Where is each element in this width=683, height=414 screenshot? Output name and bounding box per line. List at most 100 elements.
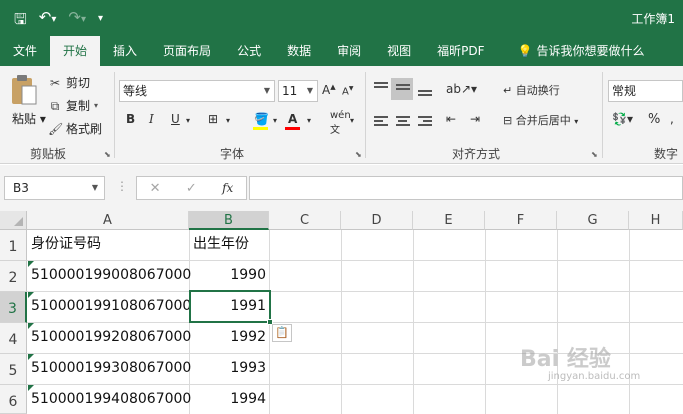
cell-a4[interactable]: 510000199208067000 xyxy=(31,322,191,353)
cell-a2[interactable]: 510000199008067000 xyxy=(31,260,191,291)
formula-input[interactable] xyxy=(249,176,683,200)
copy-icon: ⧉ xyxy=(50,98,60,113)
cut-button[interactable]: ✂ 剪切 xyxy=(48,74,90,91)
font-color-icon[interactable]: A xyxy=(288,112,297,126)
cell-b6[interactable]: 1994 xyxy=(189,384,266,414)
format-painter-button[interactable]: 🖌 格式刷 xyxy=(48,120,102,137)
tell-me-box[interactable]: 💡 告诉我你想要做什么 xyxy=(498,36,658,66)
wrap-text-button[interactable]: ↵ 自动换行 xyxy=(503,82,560,98)
cell-b4[interactable]: 1992 xyxy=(189,322,266,353)
row-header-3[interactable]: 3 xyxy=(0,292,27,323)
italic-button[interactable]: I xyxy=(149,112,154,126)
column-header-b[interactable]: B xyxy=(189,211,269,230)
enter-icon[interactable]: ✓ xyxy=(186,181,197,196)
underline-dropdown-icon[interactable]: ▾ xyxy=(186,116,190,125)
scissors-icon: ✂ xyxy=(49,75,61,90)
cell-a6[interactable]: 510000199408067000 xyxy=(31,384,191,414)
clipboard-launcher-icon[interactable]: ⬊ xyxy=(104,150,111,159)
insert-function-button[interactable]: fx xyxy=(222,181,233,195)
wrap-text-icon: ↵ xyxy=(503,84,513,97)
row-header-6[interactable]: 6 xyxy=(0,385,27,414)
cell-a1[interactable]: 身份证号码 xyxy=(31,229,101,260)
phonetic-icon[interactable]: wén 文 xyxy=(330,110,351,136)
number-format-select[interactable]: 常规 xyxy=(608,80,683,102)
document-title: 工作簿1 xyxy=(631,12,675,26)
paste-options-icon[interactable]: 📋 xyxy=(272,324,292,342)
tab-insert[interactable]: 插入 xyxy=(100,36,150,66)
row-header-4[interactable]: 4 xyxy=(0,323,27,354)
tab-review[interactable]: 审阅 xyxy=(324,36,374,66)
font-size-select[interactable]: 11 ▼ xyxy=(278,80,318,102)
tab-page-layout[interactable]: 页面布局 xyxy=(150,36,224,66)
percent-button[interactable]: % xyxy=(648,112,660,127)
select-all-button[interactable] xyxy=(0,211,27,230)
font-name-select[interactable]: 等线 ▼ xyxy=(119,80,275,102)
paintbrush-icon: 🖌 xyxy=(48,121,64,136)
tab-view[interactable]: 视图 xyxy=(374,36,424,66)
row-header-5[interactable]: 5 xyxy=(0,354,27,385)
align-bottom-icon[interactable] xyxy=(418,86,432,98)
align-right-icon[interactable] xyxy=(418,116,432,128)
alignment-launcher-icon[interactable]: ⬊ xyxy=(591,150,598,159)
formula-buttons: ✕ ✓ fx xyxy=(136,176,247,200)
bold-button[interactable]: B xyxy=(126,112,135,126)
font-color-dropdown-icon[interactable]: ▾ xyxy=(307,116,311,125)
save-icon[interactable]: 🖫 xyxy=(14,10,27,28)
increase-indent-icon[interactable]: ⇥ xyxy=(470,112,480,126)
align-center-icon[interactable] xyxy=(396,116,410,128)
decrease-indent-icon[interactable]: ⇤ xyxy=(446,112,456,126)
redo-icon[interactable]: ↷▾ xyxy=(68,8,86,29)
orientation-icon[interactable]: ab↗▾ xyxy=(446,82,477,96)
borders-icon[interactable]: ⊞ xyxy=(208,112,218,126)
column-header-f[interactable]: F xyxy=(485,211,557,230)
tab-formulas[interactable]: 公式 xyxy=(224,36,274,66)
shrink-font-button[interactable]: A▼ xyxy=(342,85,353,97)
align-left-icon[interactable] xyxy=(374,116,388,128)
cell-a3[interactable]: 510000199108067000 xyxy=(31,291,191,322)
align-middle-icon[interactable] xyxy=(396,84,410,96)
tab-file[interactable]: 文件 xyxy=(0,36,50,66)
paste-button[interactable]: 粘贴 ▾ xyxy=(12,110,46,127)
tab-home[interactable]: 开始 xyxy=(50,36,101,66)
fill-color-icon[interactable]: 🪣 xyxy=(254,112,269,126)
row-header-1[interactable]: 1 xyxy=(0,230,27,261)
chevron-down-icon: ▼ xyxy=(91,183,98,192)
formula-bar-splitter[interactable]: ⋮ xyxy=(116,179,128,193)
merge-center-label: 合并后居中 xyxy=(515,114,571,127)
align-top-icon[interactable] xyxy=(374,82,388,94)
row-header-2[interactable]: 2 xyxy=(0,261,27,292)
column-header-h[interactable]: H xyxy=(629,211,683,230)
formula-bar: B3 ▼ ⋮ ✕ ✓ fx xyxy=(0,165,683,211)
cell-b1[interactable]: 出生年份 xyxy=(193,229,249,260)
copy-button[interactable]: ⧉ 复制 ▾ xyxy=(48,97,98,114)
lightbulb-icon: 💡 xyxy=(517,44,533,58)
column-header-e[interactable]: E xyxy=(413,211,485,230)
borders-dropdown-icon[interactable]: ▾ xyxy=(226,116,230,125)
column-header-g[interactable]: G xyxy=(557,211,629,230)
font-launcher-icon[interactable]: ⬊ xyxy=(355,150,362,159)
fill-color-dropdown-icon[interactable]: ▾ xyxy=(273,116,277,125)
customize-qat-icon[interactable]: ▾ xyxy=(98,10,103,28)
phonetic-dropdown-icon[interactable]: ▾ xyxy=(350,116,354,125)
column-header-d[interactable]: D xyxy=(341,211,413,230)
number-group-label: 数字 xyxy=(654,147,679,161)
tab-foxit-pdf[interactable]: 福昕PDF xyxy=(424,36,497,66)
merge-center-button[interactable]: ⊟ 合并后居中 ▾ xyxy=(503,112,578,128)
comma-style-button[interactable]: , xyxy=(670,112,674,126)
undo-icon[interactable]: ↶▾ xyxy=(39,8,57,29)
cell-b5[interactable]: 1993 xyxy=(189,353,266,384)
cancel-icon[interactable]: ✕ xyxy=(150,181,161,196)
column-header-a[interactable]: A xyxy=(27,211,189,230)
grow-font-button[interactable]: A▲ xyxy=(322,83,336,97)
name-box[interactable]: B3 ▼ xyxy=(4,176,105,200)
accounting-format-icon[interactable]: 💱▾ xyxy=(612,112,633,126)
worksheet-grid[interactable]: A B C D E F G H 1 2 3 4 5 6 身份证号码 出生年份 5… xyxy=(0,211,683,414)
cell-b2[interactable]: 1990 xyxy=(189,260,266,291)
underline-button[interactable]: U xyxy=(171,112,180,126)
column-header-c[interactable]: C xyxy=(269,211,341,230)
paste-icon[interactable] xyxy=(10,74,38,106)
tab-data[interactable]: 数据 xyxy=(274,36,324,66)
cell-a5[interactable]: 510000199308067000 xyxy=(31,353,191,384)
title-bar: 🖫 ↶▾ ↷▾ ▾ 工作簿1 xyxy=(0,0,683,36)
chevron-down-icon: ▼ xyxy=(306,86,313,95)
